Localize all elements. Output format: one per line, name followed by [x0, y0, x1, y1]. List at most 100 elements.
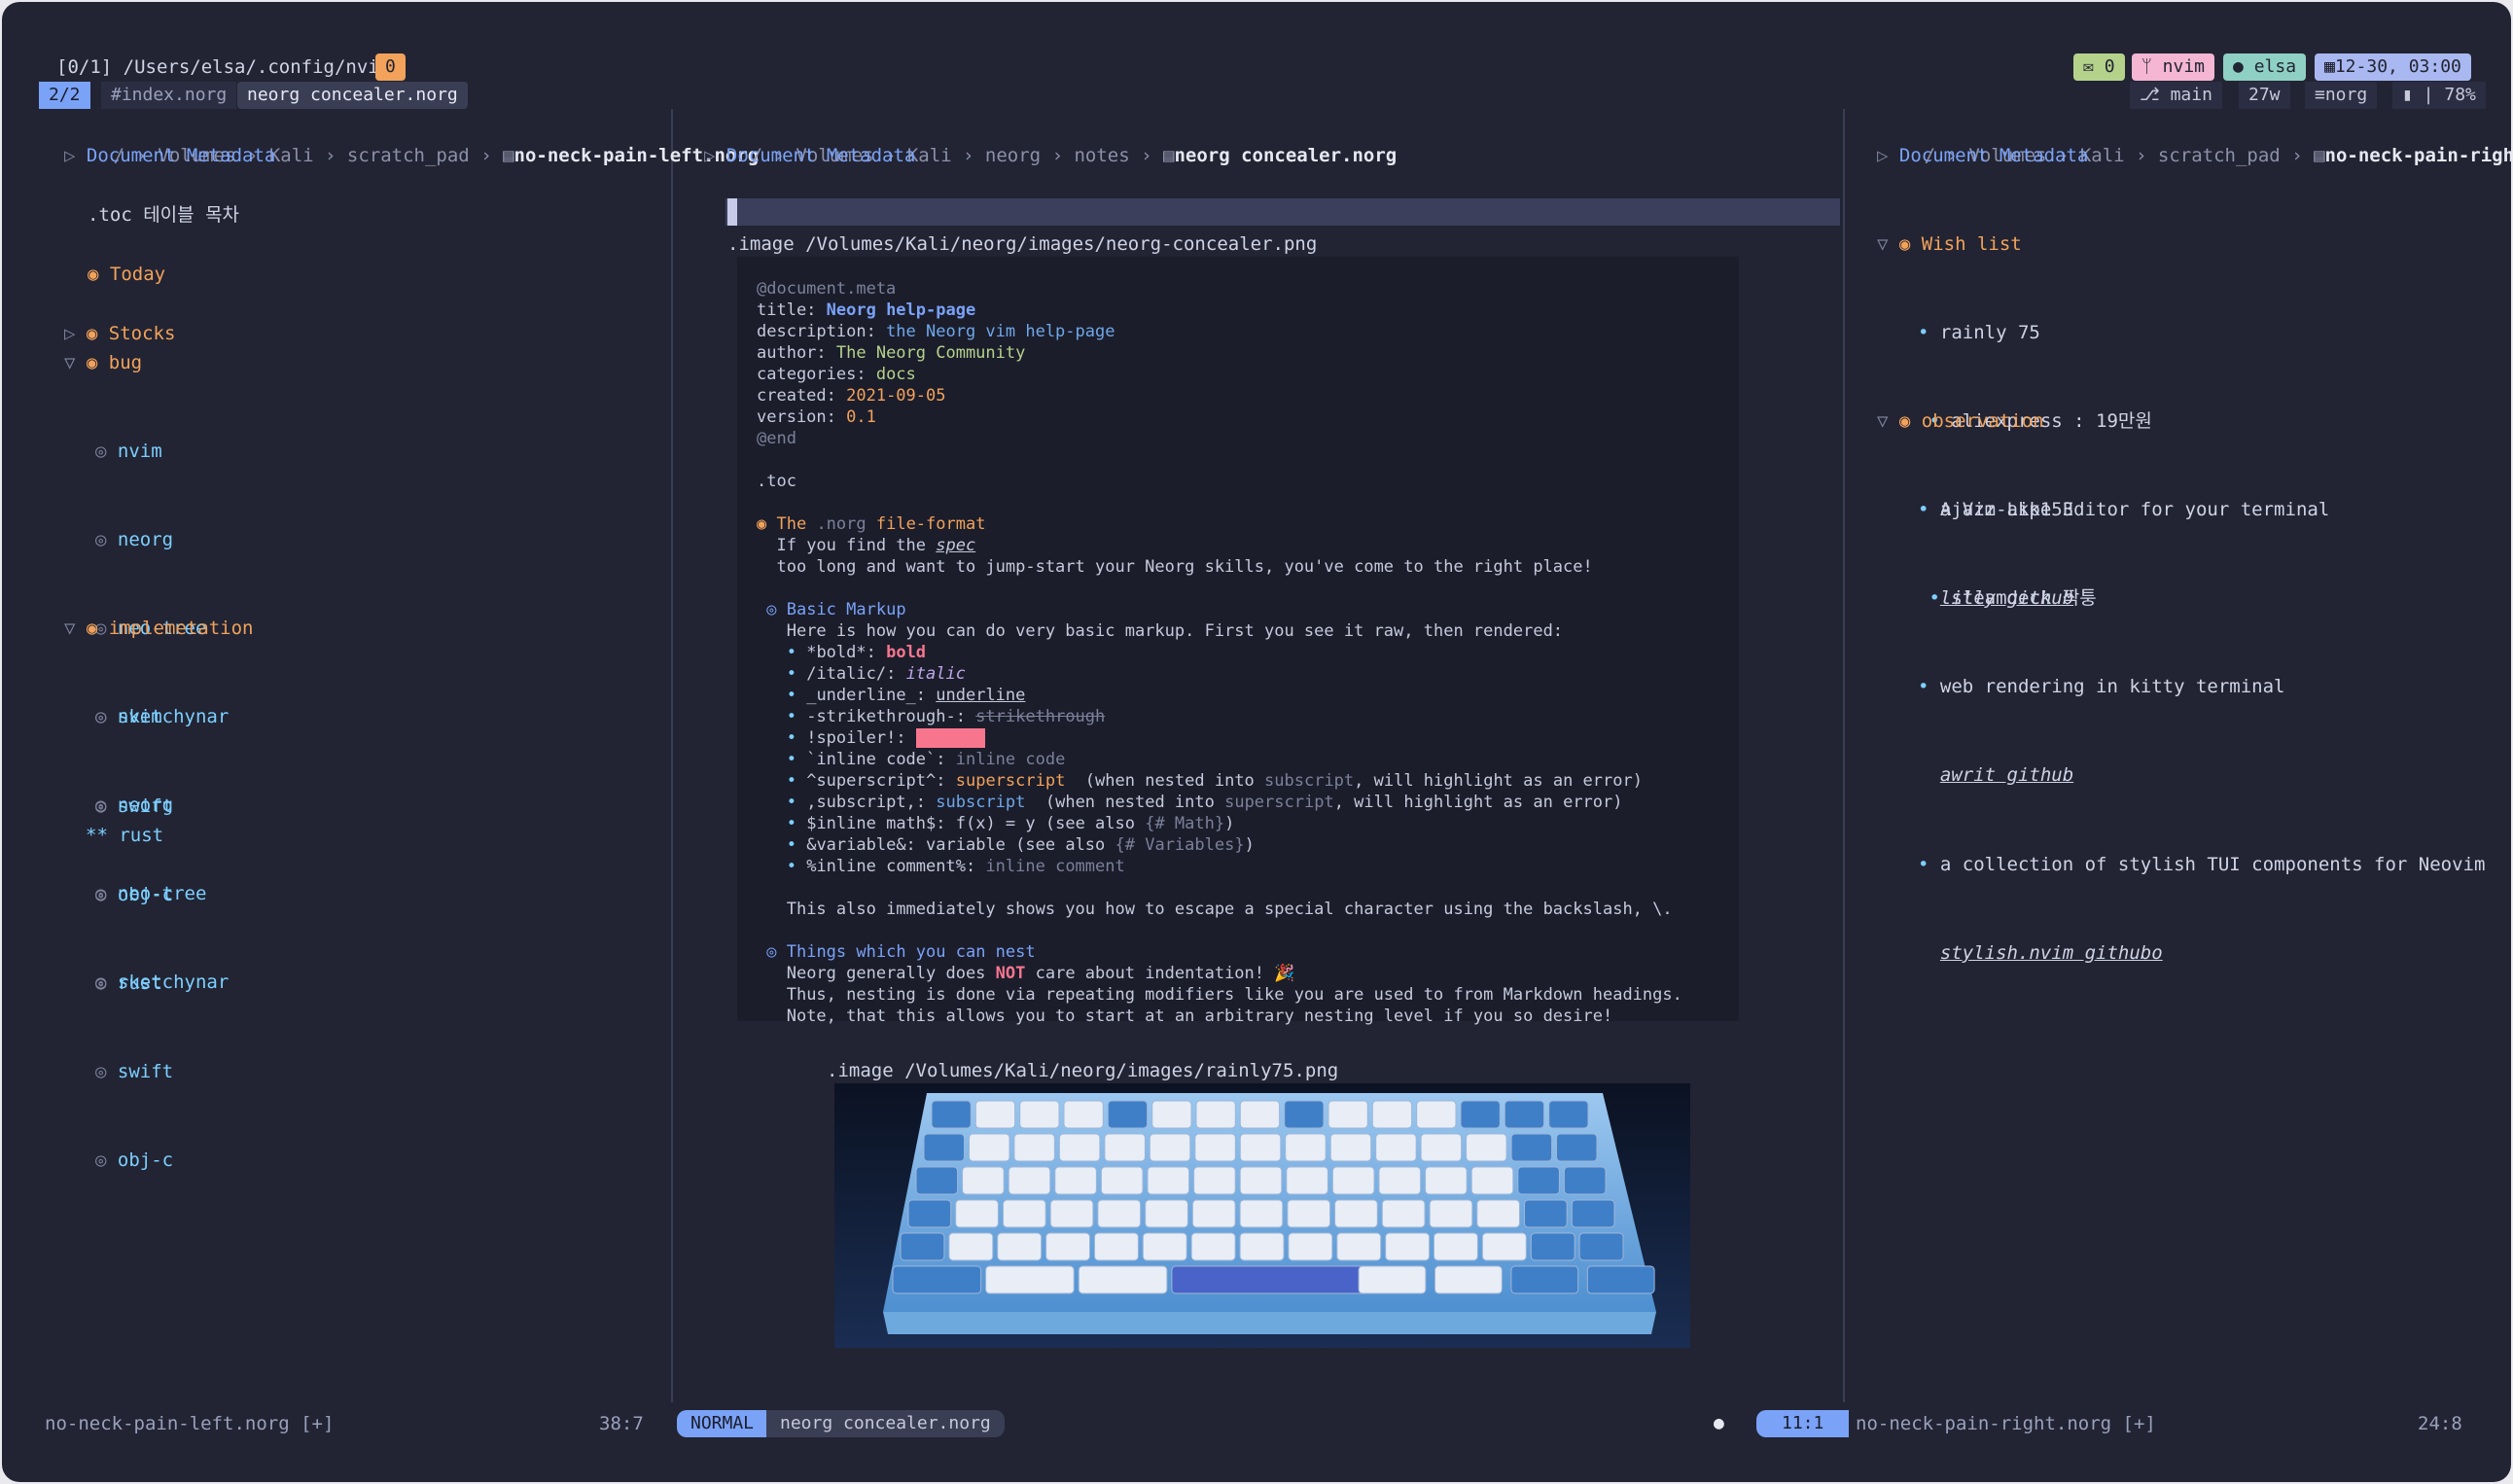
file-icon: ▤: [1162, 145, 1175, 166]
keycap: [915, 1166, 959, 1195]
split-separator-left[interactable]: [671, 109, 673, 1402]
fold-open-icon: ▽: [1877, 233, 1899, 255]
keycap: [1097, 1199, 1142, 1228]
status-git: ⎇ main: [2130, 82, 2222, 109]
tab-concealer[interactable]: neorg concealer.norg: [237, 82, 468, 109]
keycap: [923, 1133, 965, 1162]
terminal-window: [0/1] /Users/elsa/.config/nvim 0 ✉ 0 ᛘ n…: [2, 2, 2511, 1482]
keycap: [1331, 1166, 1375, 1195]
rendered-image-keyboard: [834, 1083, 1690, 1348]
keycap: [1385, 1232, 1431, 1261]
left-stocks[interactable]: ▷ ◉ Stocks: [64, 319, 175, 348]
keycap: [1510, 1265, 1579, 1294]
left-impl[interactable]: ▽ ◉ implemetation: [64, 614, 254, 643]
left-metadata[interactable]: ▷ Document Metadata: [64, 141, 275, 170]
keycap: [1239, 1232, 1285, 1261]
heading-icon: ◉: [86, 618, 109, 639]
heading-icon: ◉: [88, 264, 110, 285]
right-observation[interactable]: ▽ ◉ observation: [1877, 406, 2044, 436]
mail-badge[interactable]: ✉ 0: [2073, 53, 2125, 81]
list-item: ◎ obj-c: [95, 1148, 174, 1171]
tab-index[interactable]: #index.norg: [101, 82, 237, 109]
keycap: [1100, 1166, 1144, 1195]
keycap: [1147, 1166, 1190, 1195]
left-status-pos: 38:7: [599, 1413, 644, 1434]
calendar-icon: ▦: [2324, 56, 2335, 77]
keycap: [1190, 1232, 1236, 1261]
tab-position: 2/2: [39, 82, 90, 109]
keycap: [974, 1100, 1016, 1129]
left-today[interactable]: ◉ Today: [88, 260, 165, 289]
keycap: [1288, 1232, 1333, 1261]
status-filename: neorg concealer.norg: [766, 1410, 1005, 1437]
list-item: ◎ neo-tree: [95, 883, 207, 905]
right-status-file: no-neck-pain-right.norg [+]: [1856, 1413, 2156, 1434]
keycap: [1470, 1166, 1514, 1195]
list-item: • a collection of stylish TUI components…: [1918, 853, 2486, 875]
code-block: @document.meta title: Neorg help-page desc…: [757, 279, 1682, 1026]
tabline: 2/2 #index.norg neorg concealer.norg ⎇ m…: [39, 82, 2486, 109]
keycap: [1239, 1133, 1282, 1162]
keycap: [1460, 1100, 1501, 1129]
center-statusline: NORMAL neorg concealer.norg ● 11:1: [677, 1408, 1850, 1439]
keycap: [1013, 1133, 1055, 1162]
keycap: [1107, 1100, 1149, 1129]
left-bug[interactable]: ▽ ◉ bug: [64, 348, 142, 377]
keycap: [1556, 1133, 1598, 1162]
keycap: [1239, 1166, 1283, 1195]
keycap: [1548, 1100, 1589, 1129]
keycap: [1195, 1100, 1236, 1129]
cursor-line: [726, 198, 1840, 226]
keycap: [1094, 1232, 1139, 1261]
keycap: [1049, 1199, 1094, 1228]
vim-icon: ᛘ: [2141, 56, 2163, 77]
keycap: [1286, 1166, 1328, 1195]
file-icon: ▤: [2314, 145, 2325, 166]
keycap: [1045, 1232, 1091, 1261]
keycap: [931, 1100, 972, 1129]
left-toc: .toc 테이블 목차: [88, 204, 240, 226]
keycap: [1078, 1265, 1168, 1294]
cursor: [727, 198, 737, 226]
keycap: [1530, 1232, 1575, 1261]
list-item: • A Vim-Like Editor for your terminal: [1918, 498, 2330, 520]
keycap: [962, 1166, 1005, 1195]
image-directive-1: .image /Volumes/Kali/neorg/images/neorg-…: [727, 233, 1318, 255]
center-metadata[interactable]: ▷ Document Metadata: [704, 141, 915, 170]
fold-open-icon: ▽: [1877, 410, 1899, 432]
keycap: [1371, 1100, 1413, 1129]
user-badge[interactable]: ● elsa: [2223, 53, 2307, 81]
file-icon: ▤: [503, 145, 514, 166]
keycap: [985, 1265, 1075, 1294]
list-item: ◎ swift: [95, 1060, 174, 1082]
clock-badge[interactable]: ▦12-30, 03:00: [2315, 53, 2471, 81]
keycap: [1420, 1133, 1463, 1162]
list-item: ◎ neorg: [95, 795, 174, 817]
keycap: [1194, 1133, 1236, 1162]
list-item: • rainly 75: [1918, 321, 2040, 343]
keycap: [1008, 1166, 1051, 1195]
keycap: [1149, 1133, 1191, 1162]
cursor-position: 11:1: [1756, 1410, 1850, 1437]
link[interactable]: awrit github: [1918, 760, 2485, 790]
observation-list: • A Vim-Like Editor for your terminal li…: [1918, 436, 2485, 1027]
app-badge[interactable]: ᛘ nvim: [2132, 53, 2214, 81]
link[interactable]: lilly github: [1918, 583, 2485, 613]
keycap: [900, 1232, 945, 1261]
battery-icon: ▮ |: [2402, 85, 2445, 105]
keycap: [1239, 1100, 1281, 1129]
list-item: ◎ neorg: [95, 529, 174, 551]
link[interactable]: stylish.nvim githubo: [1918, 938, 2485, 968]
keycap: [1378, 1166, 1422, 1195]
tmux-window-badge[interactable]: 0: [375, 53, 406, 81]
split-separator-right[interactable]: [1843, 109, 1845, 1402]
image-directive-2: .image /Volumes/Kali/neorg/images/rainly…: [827, 1060, 1339, 1081]
keycap: [1019, 1100, 1060, 1129]
right-wish[interactable]: ▽ ◉ Wish list: [1877, 230, 2022, 259]
keycap: [1510, 1133, 1553, 1162]
right-metadata[interactable]: ▷ Document Metadata: [1877, 141, 2088, 170]
keycap: [1466, 1133, 1507, 1162]
keycap: [1571, 1199, 1615, 1228]
keycap: [1563, 1166, 1607, 1195]
fold-open-icon: ▽: [64, 352, 87, 373]
